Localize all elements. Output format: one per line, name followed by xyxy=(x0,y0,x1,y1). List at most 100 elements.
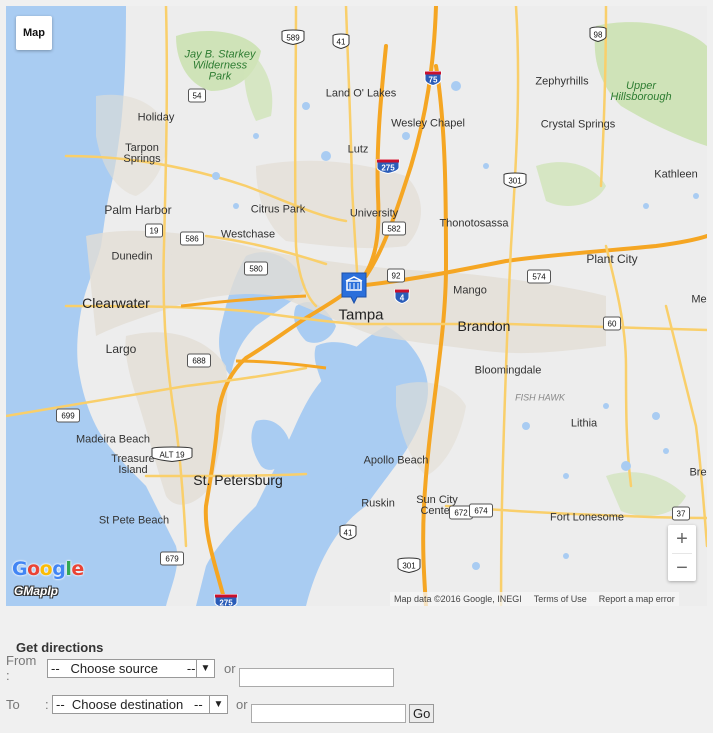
state-route-shield-icon: 699 xyxy=(56,408,80,426)
us-route-shield-icon: 589 xyxy=(281,29,305,49)
svg-text:75: 75 xyxy=(429,76,438,85)
place-label: Lithia xyxy=(570,417,598,430)
to-label: To xyxy=(6,696,20,712)
map-type-button[interactable]: Map xyxy=(16,16,52,50)
us-route-shield-icon: 41 xyxy=(332,33,350,53)
svg-text:674: 674 xyxy=(474,507,488,516)
chevron-down-icon: ▼ xyxy=(209,695,227,713)
place-label: Clearwater xyxy=(82,295,150,311)
place-label: Me xyxy=(691,293,707,306)
or-label: or xyxy=(224,660,236,676)
state-route-shield-icon: 54 xyxy=(188,88,206,106)
state-route-shield-icon: 60 xyxy=(603,316,621,334)
place-label: Madeira Beach xyxy=(76,433,150,446)
svg-text:41: 41 xyxy=(337,38,346,47)
zoom-out-button[interactable]: − xyxy=(668,554,696,582)
terms-link[interactable]: Terms of Use xyxy=(534,594,587,604)
svg-text:41: 41 xyxy=(344,529,353,538)
place-label: Dunedin xyxy=(111,250,153,263)
destination-select-value: -- Choose destination -- xyxy=(56,696,203,712)
interstate-shield-icon: 275 xyxy=(376,159,400,178)
park-label: Jay B. Starkey Wilderness Park xyxy=(184,48,256,83)
state-route-shield-icon: 37 xyxy=(672,506,690,524)
park-label: Upper Hillsborough xyxy=(610,80,672,103)
map-attribution: Map data ©2016 Google, INEGI Terms of Us… xyxy=(390,592,679,606)
interstate-shield-icon: 4 xyxy=(394,289,410,308)
state-route-shield-icon: 92 xyxy=(387,268,405,286)
svg-text:ALT 19: ALT 19 xyxy=(159,451,185,460)
svg-text:275: 275 xyxy=(381,164,395,173)
svg-text:60: 60 xyxy=(608,320,617,329)
zoom-in-button[interactable]: + xyxy=(668,525,696,553)
report-error-link[interactable]: Report a map error xyxy=(599,594,675,604)
place-label: University xyxy=(349,207,399,220)
state-route-shield-icon: 674 xyxy=(469,503,493,521)
svg-text:672: 672 xyxy=(454,509,468,518)
svg-text:301: 301 xyxy=(508,177,522,186)
state-route-shield-icon: 688 xyxy=(187,353,211,371)
attribution-text: Map data ©2016 Google, INEGI xyxy=(394,594,522,604)
state-route-shield-icon: 582 xyxy=(382,221,406,239)
us-route-shield-icon: 41 xyxy=(339,524,357,544)
svg-text:19: 19 xyxy=(150,227,159,236)
place-label: St Pete Beach xyxy=(98,514,170,527)
place-label: Zephyrhills xyxy=(535,75,589,88)
place-label: Westchase xyxy=(220,228,276,241)
go-button[interactable]: Go xyxy=(409,704,435,723)
source-select[interactable]: -- Choose source -- ▼ xyxy=(47,658,215,678)
place-label: Bre xyxy=(689,466,707,479)
chevron-down-icon: ▼ xyxy=(196,659,214,677)
zoom-control: + − xyxy=(668,525,696,581)
interstate-shield-icon: 275 xyxy=(214,594,238,606)
us-route-shield-icon: 301 xyxy=(503,172,527,192)
svg-text:688: 688 xyxy=(192,357,206,366)
us-route-shield-icon: 301 xyxy=(397,557,421,577)
place-label: Bloomingdale xyxy=(474,364,542,377)
place-label: Apollo Beach xyxy=(363,454,429,467)
place-label: Kathleen xyxy=(654,168,698,181)
state-route-shield-icon: 586 xyxy=(180,231,204,249)
svg-text:574: 574 xyxy=(532,273,546,282)
place-label: St. Petersburg xyxy=(193,472,283,488)
or-label: or xyxy=(236,696,248,712)
place-label: Largo xyxy=(105,342,137,356)
directions-panel: Get directions From : -- Choose source -… xyxy=(0,606,713,733)
place-label: Tampa xyxy=(338,306,384,324)
svg-text:4: 4 xyxy=(400,294,405,303)
svg-text:679: 679 xyxy=(165,555,179,564)
watermark-logo: GMapIp xyxy=(14,584,58,598)
place-label: Crystal Springs xyxy=(540,118,616,131)
destination-address-input[interactable] xyxy=(251,704,406,723)
place-label: Brandon xyxy=(457,318,511,334)
place-label: Treasure Island xyxy=(111,453,155,476)
to-colon: : xyxy=(45,696,49,712)
svg-text:699: 699 xyxy=(61,412,75,421)
source-address-input[interactable] xyxy=(239,668,394,687)
state-route-shield-icon: 679 xyxy=(160,551,184,569)
svg-text:37: 37 xyxy=(677,510,686,519)
svg-text:580: 580 xyxy=(249,265,263,274)
us-route-shield-icon: 98 xyxy=(589,26,607,46)
svg-text:92: 92 xyxy=(392,272,401,281)
place-label: Lutz xyxy=(347,143,369,156)
area-label: FISH HAWK xyxy=(515,392,565,403)
state-route-shield-icon: 580 xyxy=(244,261,268,279)
location-marker-icon[interactable] xyxy=(340,271,368,307)
source-select-value: -- Choose source -- xyxy=(51,660,196,676)
place-label: Mango xyxy=(453,284,487,297)
place-label: Plant City xyxy=(586,252,638,266)
from-label: From : xyxy=(6,653,37,683)
place-label: Citrus Park xyxy=(250,203,306,216)
svg-text:582: 582 xyxy=(387,225,401,234)
map-canvas[interactable]: Clearwater Tampa St. Petersburg Brandon … xyxy=(6,6,707,606)
place-label: Palm Harbor xyxy=(104,203,172,217)
us-route-shield-icon: ALT 19 xyxy=(151,446,193,466)
svg-text:586: 586 xyxy=(185,235,199,244)
place-label: Thonotosassa xyxy=(439,217,509,230)
state-route-shield-icon: 574 xyxy=(527,269,551,287)
state-route-shield-icon: 19 xyxy=(145,223,163,241)
google-logo[interactable]: Google xyxy=(12,558,84,580)
place-label: Fort Lonesome xyxy=(550,511,624,524)
place-label: Holiday xyxy=(137,111,175,124)
destination-select[interactable]: -- Choose destination -- ▼ xyxy=(52,694,228,714)
